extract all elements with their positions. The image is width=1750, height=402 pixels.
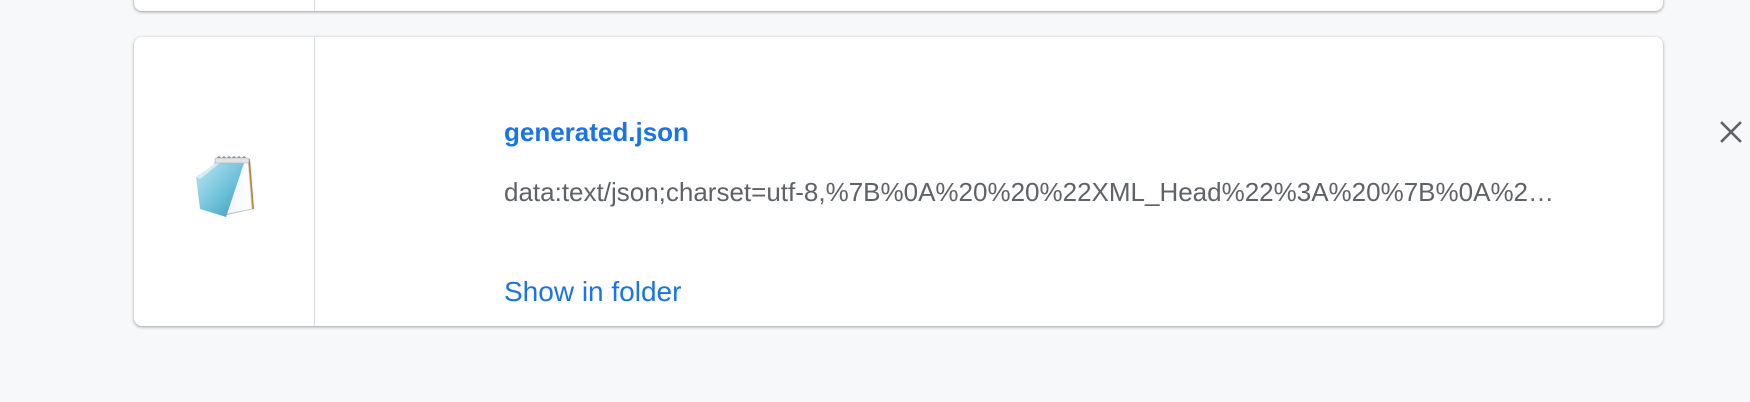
download-item-card: generated.json data:text/json;charset=ut…: [134, 37, 1742, 326]
file-icon-column: [134, 37, 315, 326]
file-name-link[interactable]: generated.json: [504, 117, 689, 148]
notepad-icon: [196, 156, 254, 217]
file-source-url: data:text/json;charset=utf-8,%7B%0A%20%2…: [504, 177, 1555, 207]
remove-download-button[interactable]: [1708, 109, 1750, 155]
show-in-folder-link[interactable]: Show in folder: [504, 276, 681, 308]
close-icon: [1720, 121, 1742, 143]
previous-download-card: [134, 0, 1663, 11]
card-divider: [314, 0, 315, 11]
